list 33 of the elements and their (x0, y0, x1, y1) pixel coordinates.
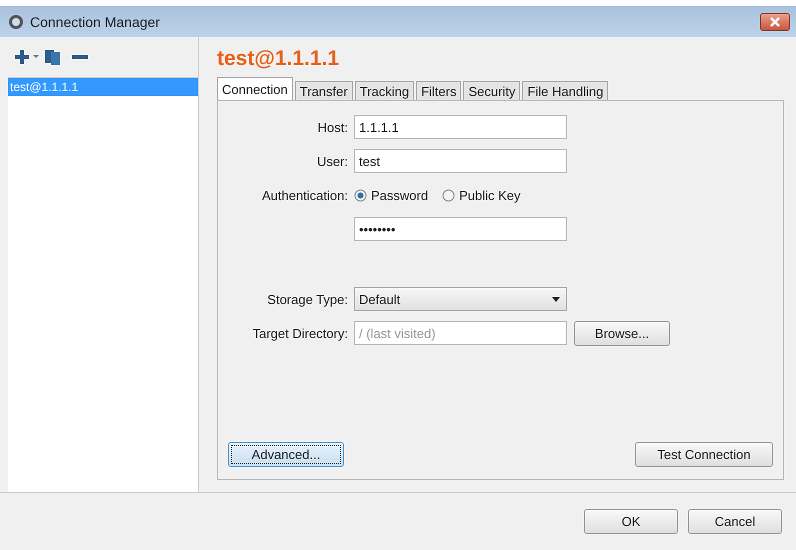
window-title: Connection Manager (30, 14, 161, 30)
remove-button[interactable] (72, 54, 88, 60)
tab[interactable]: Connection (217, 77, 293, 101)
radio-option[interactable]: Public Key (442, 188, 520, 202)
copy-button[interactable] (44, 48, 62, 66)
tab[interactable]: File Handling (522, 81, 608, 101)
radio-button[interactable] (442, 188, 456, 202)
radio-button[interactable] (354, 188, 367, 202)
cancel-button[interactable]: Cancel (688, 509, 782, 534)
test-connection-button[interactable]: Test Connection (635, 442, 773, 467)
advanced-button[interactable]: Advanced... (228, 442, 344, 467)
target-directory-field[interactable]: / (last visited) (354, 321, 567, 345)
close-button[interactable] (760, 12, 790, 30)
connection-heading: test@1.1.1.1 (217, 47, 340, 71)
close-icon (770, 16, 780, 26)
field-label: Target Directory: (252, 326, 349, 340)
password-field[interactable]: •••••••• (354, 217, 567, 241)
user-field[interactable]: test (354, 149, 567, 173)
tab[interactable]: Filters (416, 81, 462, 101)
tab[interactable]: Security (463, 81, 520, 101)
host-field[interactable]: 1.1.1.1 (354, 115, 567, 139)
radio-option[interactable]: Password (354, 188, 428, 202)
field-label: User: (316, 154, 349, 168)
field-label: Authentication: (260, 188, 349, 202)
storage-type-dropdown[interactable]: Default (354, 287, 567, 311)
ok-button[interactable]: OK (584, 509, 678, 534)
browse-button[interactable]: Browse... (574, 320, 670, 346)
tab[interactable]: Transfer (294, 81, 353, 101)
field-label: Host: (316, 120, 349, 134)
caret-icon (552, 296, 560, 302)
field-label: Storage Type: (266, 292, 349, 306)
add-button[interactable] (14, 49, 40, 65)
tab[interactable]: Tracking (354, 81, 414, 101)
